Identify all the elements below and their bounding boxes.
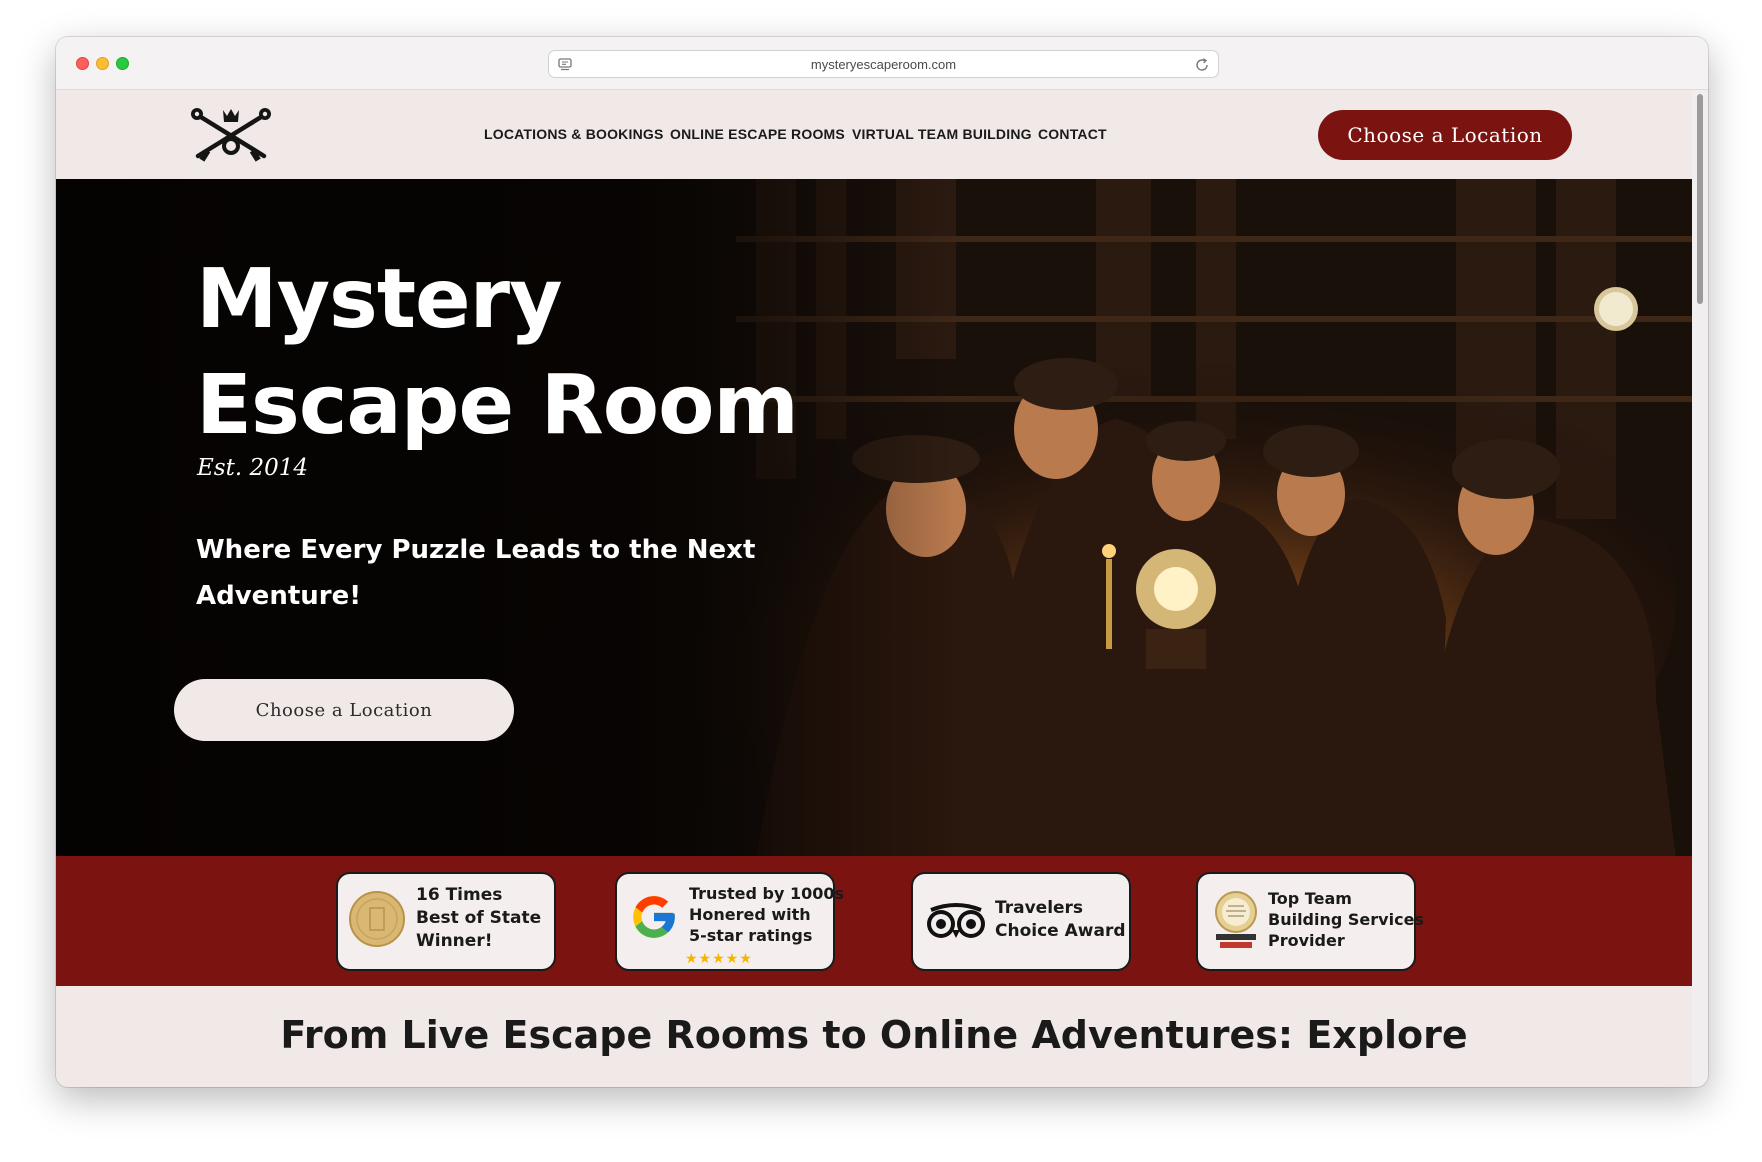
- five-star-rating: ★★★★★: [685, 950, 753, 966]
- minimize-window-button[interactable]: [96, 57, 109, 70]
- established-year: Est. 2014: [197, 455, 308, 481]
- nav-contact[interactable]: CONTACT: [1038, 126, 1107, 142]
- award-google-text: Trusted by 1000s Honered with 5-star rat…: [689, 884, 844, 945]
- team-building-badge-icon: [1215, 891, 1257, 948]
- award-team-building-text: Top Team Building Services Provider: [1268, 889, 1424, 950]
- reload-icon[interactable]: [1194, 57, 1210, 73]
- award-best-of-state-text: 16 Times Best of State Winner!: [416, 885, 542, 951]
- url-text[interactable]: mysteryescaperoom.com: [549, 57, 1218, 72]
- tripadvisor-owl-icon: [927, 903, 985, 938]
- award-team-building[interactable]: Top Team Building Services Provider: [1196, 872, 1424, 971]
- web-page: LOCATIONS & BOOKINGS ONLINE ESCAPE ROOMS…: [56, 90, 1692, 1087]
- award-travelers-text: Travelers Choice Award: [995, 898, 1126, 941]
- hero-title-line-2: Escape Room: [196, 358, 799, 453]
- gold-medal-icon: [349, 891, 405, 947]
- browser-window: mysteryescaperoom.com LOCATIONS & BOOKIN…: [56, 37, 1708, 1087]
- award-best-of-state[interactable]: 16 Times Best of State Winner!: [336, 872, 556, 971]
- page-scrollbar[interactable]: [1692, 90, 1708, 1087]
- hero-section: Mystery Escape Room Est. 2014 Where Ever…: [56, 179, 1692, 856]
- close-window-button[interactable]: [76, 57, 89, 70]
- google-logo-icon: [633, 896, 675, 938]
- hero-title: Mystery Escape Room: [196, 247, 799, 459]
- address-bar[interactable]: mysteryescaperoom.com: [548, 50, 1219, 78]
- hero-title-line-1: Mystery: [196, 252, 563, 347]
- nav-online-escape-rooms[interactable]: ONLINE ESCAPE ROOMS: [670, 126, 845, 142]
- scrollbar-thumb[interactable]: [1697, 94, 1703, 304]
- choose-location-hero-button[interactable]: Choose a Location: [174, 679, 514, 741]
- award-google-ratings[interactable]: Trusted by 1000s Honered with 5-star rat…: [615, 872, 844, 971]
- crossed-keys-logo-icon[interactable]: [188, 106, 274, 164]
- explore-section-title: From Live Escape Rooms to Online Adventu…: [280, 1013, 1468, 1057]
- awards-strip: 16 Times Best of State Winner! Trusted b…: [56, 856, 1692, 986]
- nav-virtual-team-building[interactable]: VIRTUAL TEAM BUILDING: [852, 126, 1032, 142]
- zoom-window-button[interactable]: [116, 57, 129, 70]
- hero-tagline: Where Every Puzzle Leads to the Next Adv…: [196, 535, 756, 611]
- nav-locations-bookings[interactable]: LOCATIONS & BOOKINGS: [484, 126, 664, 142]
- award-travelers-choice[interactable]: Travelers Choice Award: [911, 872, 1131, 971]
- browser-titlebar: mysteryescaperoom.com: [56, 37, 1708, 90]
- choose-location-header-button[interactable]: Choose a Location: [1318, 110, 1572, 160]
- site-header: LOCATIONS & BOOKINGS ONLINE ESCAPE ROOMS…: [56, 90, 1692, 179]
